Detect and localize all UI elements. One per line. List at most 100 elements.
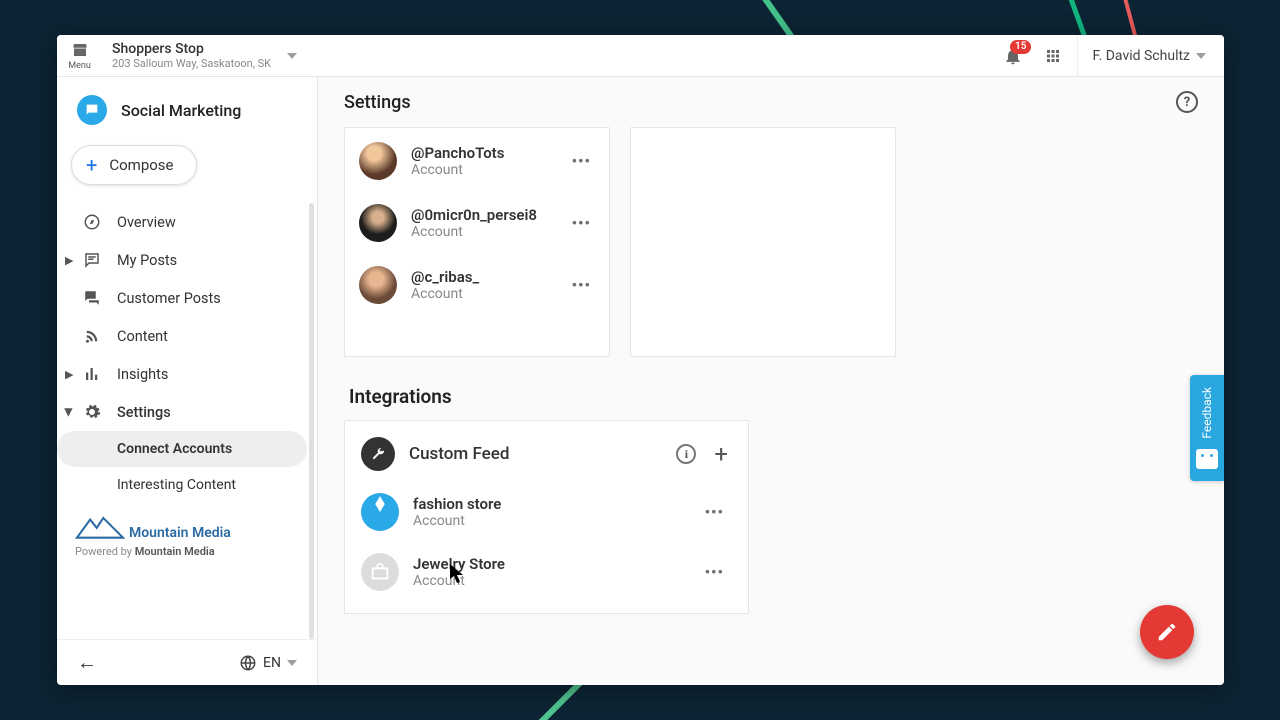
product-header: Social Marketing [57,77,317,137]
sidebar-sub-interesting-content[interactable]: Interesting Content [57,467,307,503]
sidebar-item-label: My Posts [117,252,177,269]
chevron-down-icon [287,660,297,666]
account-row: @PanchoTots Account ••• [345,132,609,194]
pencil-icon [1156,621,1178,643]
notifications-button[interactable]: 15 [997,46,1029,66]
compose-label: Compose [109,156,173,174]
integration-title: Custom Feed [409,444,662,464]
feedback-tab[interactable]: Feedback [1190,375,1224,481]
sidebar-item-myposts[interactable]: ▶ My Posts [57,241,317,279]
compass-icon [83,213,101,231]
integration-card: Custom Feed i + fashion store Account ••… [344,420,749,614]
chevron-down-icon: ▶ [63,408,76,416]
more-menu-button[interactable]: ••• [568,210,595,236]
brand-area: Mountain Media Powered by Mountain Media [57,503,317,564]
wrench-icon [361,437,395,471]
mountain-icon [75,513,125,541]
chevron-down-icon [1196,53,1206,59]
more-menu-button[interactable]: ••• [568,148,595,174]
account-row: @c_ribas_ Account ••• [345,256,609,318]
account-type: Account [411,224,554,240]
sidebar-item-settings[interactable]: ▶ Settings [57,393,317,431]
globe-icon [239,654,257,672]
sidebar-item-label: Overview [117,214,176,231]
apps-grid-icon [1044,47,1062,65]
business-address: 203 Salloum Way, Saskatoon, SK [112,57,271,70]
powered-name: Mountain Media [135,545,215,558]
page-title: Settings [344,92,411,113]
forum-icon [83,289,101,307]
menu-button[interactable]: Menu [57,41,102,71]
account-row: @0micr0n_persei8 Account ••• [345,194,609,256]
sidebar-footer: ← EN [57,639,317,685]
sidebar-item-customerposts[interactable]: Customer Posts [57,279,317,317]
info-button[interactable]: i [676,444,696,464]
brand-name: Mountain Media [129,525,231,541]
chevron-down-icon [287,53,297,59]
avatar [359,266,397,304]
integration-row: fashion store Account ••• [345,483,748,543]
compose-button[interactable]: + Compose [71,145,197,185]
integrations-heading: Integrations [349,385,1198,408]
account-type: Account [411,162,554,178]
briefcase-icon [369,561,391,583]
business-name: Shoppers Stop [112,41,271,57]
menu-label: Menu [68,61,91,71]
user-menu[interactable]: F. David Schultz [1077,35,1214,76]
back-button[interactable]: ← [77,650,97,675]
smile-icon [1196,449,1218,469]
more-menu-button[interactable]: ••• [701,499,728,525]
top-bar: Menu Shoppers Stop 203 Salloum Way, Sask… [57,35,1224,77]
user-name: F. David Schultz [1092,48,1190,64]
avatar [361,493,399,531]
sidebar-item-label: Content [117,328,168,345]
bar-chart-icon [83,365,101,383]
business-switcher[interactable]: Shoppers Stop 203 Salloum Way, Saskatoon… [102,41,297,70]
plus-icon: + [86,157,97,173]
integration-header: Custom Feed i + [345,421,748,483]
empty-side-card [630,127,896,357]
add-integration-button[interactable]: + [710,440,732,468]
sidebar-nav: Overview ▶ My Posts Customer Posts Conte… [57,203,317,639]
sidebar-item-overview[interactable]: Overview [57,203,317,241]
integration-row: Jewelry Store Account ••• [345,543,748,613]
compose-fab[interactable] [1140,605,1194,659]
sidebar-item-insights[interactable]: ▶ Insights [57,355,317,393]
more-menu-button[interactable]: ••• [701,559,728,585]
integration-type: Account [413,513,687,529]
gear-icon [83,403,101,421]
product-name: Social Marketing [121,101,241,120]
powered-by: Powered by Mountain Media [75,545,299,558]
sidebar-item-label: Insights [117,366,168,383]
tag-icon [361,493,399,531]
rss-icon [83,327,101,345]
page-header: Settings ? [318,77,1224,127]
more-menu-button[interactable]: ••• [568,272,595,298]
sidebar-sub-connect-accounts[interactable]: Connect Accounts [57,431,307,467]
help-button[interactable]: ? [1176,91,1198,113]
sidebar-item-label: Settings [117,404,171,421]
accounts-card: @PanchoTots Account ••• @0micr0n_persei8… [344,127,610,357]
language-switcher[interactable]: EN [239,654,297,672]
language-label: EN [263,655,281,671]
sidebar-item-label: Customer Posts [117,290,221,307]
chat-bubble-icon [84,102,100,118]
account-name: @PanchoTots [411,144,554,162]
chevron-right-icon: ▶ [65,368,73,381]
powered-prefix: Powered by [75,545,135,558]
account-name: @c_ribas_ [411,268,554,286]
apps-grid-button[interactable] [1037,47,1069,65]
brand-logo: Mountain Media [75,513,299,541]
main-scroll[interactable]: @PanchoTots Account ••• @0micr0n_persei8… [318,127,1224,685]
notification-badge: 15 [1010,40,1031,54]
integration-name: fashion store [413,495,687,513]
main-content: Settings ? @PanchoTots Account ••• [318,77,1224,685]
account-type: Account [411,286,554,302]
sidebar-item-content[interactable]: Content [57,317,317,355]
sidebar: Social Marketing + Compose Overview ▶ My… [57,77,318,685]
avatar [359,204,397,242]
avatar [359,142,397,180]
product-icon [77,95,107,125]
message-icon [83,251,101,269]
chevron-right-icon: ▶ [65,254,73,267]
